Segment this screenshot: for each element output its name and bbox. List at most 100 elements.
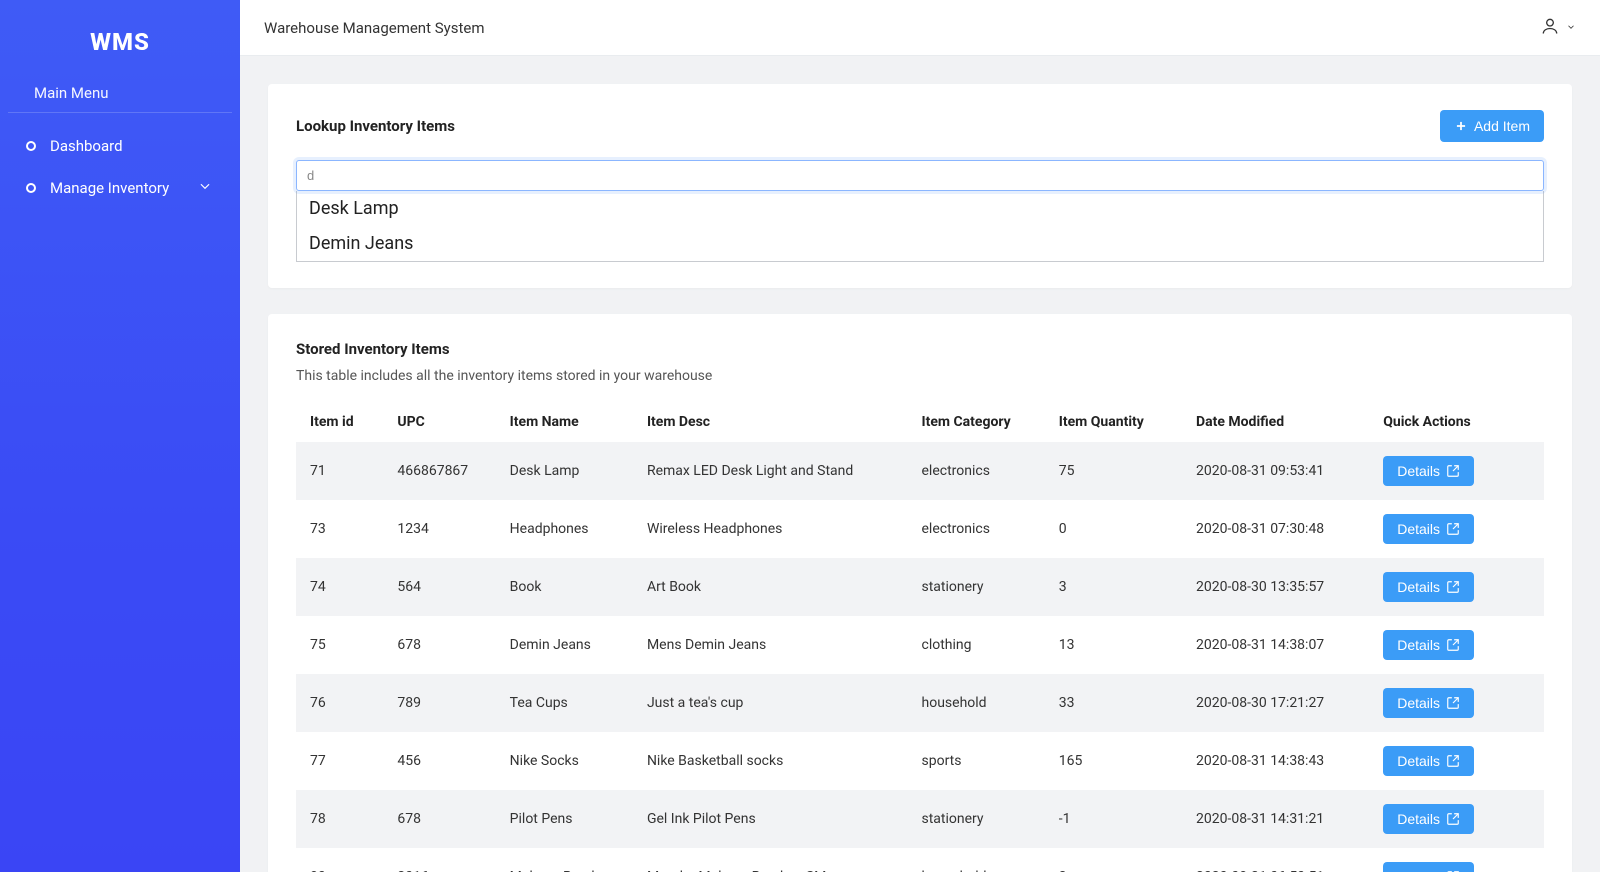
table-row: 76789Tea CupsJust a tea's cuphousehold33…: [296, 674, 1544, 732]
cell-quantity: 75: [1045, 442, 1182, 500]
cell-item-id: 74: [296, 558, 383, 616]
cell-upc: 456: [383, 732, 495, 790]
details-label: Details: [1397, 811, 1440, 827]
details-button[interactable]: Details: [1383, 514, 1474, 544]
details-button[interactable]: Details: [1383, 456, 1474, 486]
cell-upc: 678: [383, 616, 495, 674]
cell-item-desc: Mens Demin Jeans: [633, 616, 908, 674]
stored-card: Stored Inventory Items This table includ…: [268, 314, 1572, 872]
topbar: Warehouse Management System: [240, 0, 1600, 56]
lookup-card: Lookup Inventory Items Add Item Desk Lam…: [268, 84, 1572, 288]
table-row: 77456Nike SocksNike Basketball socksspor…: [296, 732, 1544, 790]
table-row: 75678Demin JeansMens Demin Jeansclothing…: [296, 616, 1544, 674]
user-icon: [1540, 16, 1560, 40]
cell-quantity: 33: [1045, 674, 1182, 732]
sidebar-item-label: Manage Inventory: [50, 179, 169, 197]
details-button[interactable]: Details: [1383, 862, 1474, 872]
cell-date-modified: 2020-08-31 09:53:41: [1182, 442, 1369, 500]
cell-item-id: 76: [296, 674, 383, 732]
details-button[interactable]: Details: [1383, 688, 1474, 718]
cell-category: stationery: [908, 790, 1045, 848]
cell-category: stationery: [908, 558, 1045, 616]
sidebar-item-dashboard[interactable]: Dashboard: [0, 125, 240, 167]
bullet-icon: [26, 183, 36, 193]
cell-upc: 2016: [383, 848, 495, 872]
cell-item-desc: Art Book: [633, 558, 908, 616]
cell-actions: Details: [1369, 442, 1544, 500]
cell-category: electronics: [908, 500, 1045, 558]
cell-item-id: 71: [296, 442, 383, 500]
cell-item-desc: Gel Ink Pilot Pens: [633, 790, 908, 848]
sidebar: WMS Main Menu Dashboard Manage Inventory: [0, 0, 240, 872]
cell-actions: Details: [1369, 616, 1544, 674]
sidebar-menu: Dashboard Manage Inventory: [0, 125, 240, 209]
cell-item-id: 78: [296, 790, 383, 848]
add-item-button[interactable]: Add Item: [1440, 110, 1544, 142]
cell-item-id: 75: [296, 616, 383, 674]
details-label: Details: [1397, 753, 1440, 769]
cell-upc: 1234: [383, 500, 495, 558]
cell-item-desc: Just a tea's cup: [633, 674, 908, 732]
details-button[interactable]: Details: [1383, 572, 1474, 602]
details-label: Details: [1397, 637, 1440, 653]
col-item-name: Item Name: [496, 402, 633, 442]
col-upc: UPC: [383, 402, 495, 442]
bullet-icon: [26, 141, 36, 151]
sidebar-item-manage-inventory[interactable]: Manage Inventory: [0, 167, 240, 209]
cell-actions: Details: [1369, 790, 1544, 848]
col-date-modified: Date Modified: [1182, 402, 1369, 442]
cell-item-name: Pilot Pens: [496, 790, 633, 848]
table-row: 71466867867Desk LampRemax LED Desk Light…: [296, 442, 1544, 500]
details-button[interactable]: Details: [1383, 630, 1474, 660]
cell-date-modified: 2020-08-31 14:38:43: [1182, 732, 1369, 790]
cell-upc: 789: [383, 674, 495, 732]
cell-item-name: Nike Socks: [496, 732, 633, 790]
details-label: Details: [1397, 695, 1440, 711]
cell-quantity: 13: [1045, 616, 1182, 674]
cell-item-desc: Wireless Headphones: [633, 500, 908, 558]
chevron-down-icon: [198, 179, 212, 197]
cell-quantity: -1: [1045, 790, 1182, 848]
autocomplete-list: Desk Lamp Demin Jeans: [296, 191, 1544, 262]
cell-date-modified: 2020-08-31 06:50:51: [1182, 848, 1369, 872]
cell-actions: Details: [1369, 674, 1544, 732]
lookup-input[interactable]: [296, 160, 1544, 191]
cell-item-desc: Morphe Makeup Brushes SM: [633, 848, 908, 872]
cell-upc: 678: [383, 790, 495, 848]
lookup-title: Lookup Inventory Items: [296, 117, 455, 135]
user-menu[interactable]: [1540, 16, 1576, 40]
details-button[interactable]: Details: [1383, 746, 1474, 776]
cell-actions: Details: [1369, 732, 1544, 790]
cell-quantity: 165: [1045, 732, 1182, 790]
cell-item-desc: Remax LED Desk Light and Stand: [633, 442, 908, 500]
cell-date-modified: 2020-08-30 13:35:57: [1182, 558, 1369, 616]
brand-text: WMS: [90, 28, 150, 56]
autocomplete-option[interactable]: Desk Lamp: [297, 191, 1543, 226]
page-title: Warehouse Management System: [264, 19, 484, 37]
cell-item-id: 80: [296, 848, 383, 872]
sidebar-item-label: Dashboard: [50, 137, 123, 155]
cell-upc: 564: [383, 558, 495, 616]
cell-item-name: Book: [496, 558, 633, 616]
chevron-down-icon: [1566, 20, 1576, 36]
cell-quantity: 3: [1045, 558, 1182, 616]
cell-item-name: Makeup Brush: [496, 848, 633, 872]
cell-item-name: Headphones: [496, 500, 633, 558]
add-item-label: Add Item: [1474, 118, 1530, 134]
cell-date-modified: 2020-08-31 07:30:48: [1182, 500, 1369, 558]
details-label: Details: [1397, 579, 1440, 595]
table-row: 731234HeadphonesWireless Headphoneselect…: [296, 500, 1544, 558]
stored-title: Stored Inventory Items: [296, 340, 1544, 358]
table-row: 802016Makeup BrushMorphe Makeup Brushes …: [296, 848, 1544, 872]
table-row: 78678Pilot PensGel Ink Pilot Pensstation…: [296, 790, 1544, 848]
cell-item-id: 77: [296, 732, 383, 790]
cell-category: clothing: [908, 616, 1045, 674]
details-button[interactable]: Details: [1383, 804, 1474, 834]
col-category: Item Category: [908, 402, 1045, 442]
col-item-id: Item id: [296, 402, 383, 442]
inventory-table: Item id UPC Item Name Item Desc Item Cat…: [296, 402, 1544, 872]
cell-item-name: Tea Cups: [496, 674, 633, 732]
col-quick-actions: Quick Actions: [1369, 402, 1544, 442]
autocomplete-option[interactable]: Demin Jeans: [297, 226, 1543, 261]
logo[interactable]: WMS: [0, 0, 240, 76]
